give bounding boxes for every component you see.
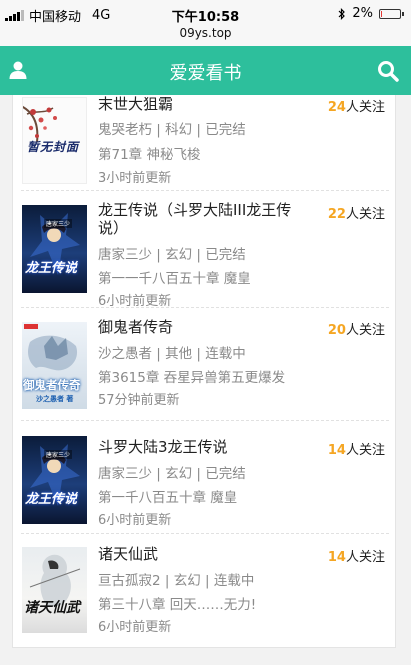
latest-chapter[interactable]: 第一一千八百五十章 魔皇 (98, 267, 251, 287)
cover-label: 御鬼者传奇 (23, 378, 81, 392)
follow-suffix: 人关注 (345, 207, 385, 222)
follow-number: 24 (327, 100, 346, 115)
book-meta: 唐家三少 | 玄幻 | 已完结 (98, 466, 246, 482)
book-meta: 唐家三少 | 玄幻 | 已完结 (98, 247, 246, 263)
book-title[interactable]: 龙王传说（斗罗大陆III龙王传说） (98, 201, 313, 237)
status-bar: 中国移动 4G 下午10:58 2% (0, 0, 411, 26)
book-title[interactable]: 末世大狙霸 (98, 95, 313, 113)
book-meta: 沙之愚者 | 其他 | 连载中 (98, 346, 246, 362)
bluetooth-icon (338, 7, 346, 20)
book-title[interactable]: 斗罗大陆3龙王传说 (98, 438, 313, 456)
battery-icon (379, 8, 404, 19)
page-title: 爱爱看书 (169, 63, 242, 84)
update-time: 57分钟前更新 (98, 393, 180, 408)
follow-suffix: 人关注 (345, 550, 385, 565)
follow-count: 20人关注 (328, 319, 385, 338)
follow-suffix: 人关注 (345, 443, 385, 458)
book-cover[interactable]: 暂无封面 (22, 97, 87, 184)
cover-author: 唐家三少 (44, 450, 73, 459)
battery-percent: 2% (352, 6, 373, 21)
follow-count: 22人关注 (328, 203, 385, 222)
latest-chapter[interactable]: 第3615章 吞星异兽第五更爆发 (98, 366, 285, 386)
cover-label: 暂无封面 (27, 140, 80, 154)
book-cover[interactable]: 御鬼者传奇 沙之愚者 著 (22, 322, 87, 409)
status-right: 2% (338, 6, 404, 21)
cover-label: 诸天仙武 (24, 600, 80, 616)
url-bar[interactable]: 09ys.top (0, 26, 411, 46)
cover-author: 唐家三少 (44, 219, 73, 228)
cover-label: 龙王传说 (25, 261, 78, 276)
follow-number: 22 (327, 207, 346, 222)
update-time: 6小时前更新 (98, 620, 172, 635)
book-item[interactable]: 诸天仙武 诸天仙武 14人关注 亘古孤寂2 | 玄幻 | 连载中 第三十八章 回… (13, 534, 397, 647)
book-title[interactable]: 御鬼者传奇 (98, 318, 313, 336)
book-meta: 亘古孤寂2 | 玄幻 | 连载中 (98, 573, 255, 589)
book-title[interactable]: 诸天仙武 (98, 545, 313, 563)
cover-label: 龙王传说 (25, 492, 78, 507)
follow-suffix: 人关注 (345, 323, 385, 338)
book-item[interactable]: 龙王传说 唐家三少 龙王传说（斗罗大陆III龙王传说） 22人关注 唐家三少 |… (13, 191, 397, 309)
book-meta: 鬼哭老朽 | 科幻 | 已完结 (98, 122, 246, 138)
follow-count: 14人关注 (328, 546, 385, 565)
update-time: 3小时前更新 (98, 171, 172, 186)
search-icon (378, 61, 399, 82)
latest-chapter[interactable]: 第三十八章 回天……无力! (98, 593, 256, 613)
book-item[interactable]: 龙王传说 唐家三少 斗罗大陆3龙王传说 14人关注 唐家三少 | 玄幻 | 已完… (13, 421, 397, 534)
follow-count: 14人关注 (328, 439, 385, 458)
url-text: 09ys.top (179, 26, 232, 40)
latest-chapter[interactable]: 第一千八百五十章 魔皇 (98, 486, 237, 506)
follow-suffix: 人关注 (345, 100, 385, 115)
follow-number: 20 (327, 323, 346, 338)
book-list: 暂无封面 末世大狙霸 24人关注 鬼哭老朽 | 科幻 | 已完结 第71章 神秘… (12, 95, 396, 648)
book-cover[interactable]: 龙王传说 唐家三少 (22, 205, 87, 293)
update-time: 6小时前更新 (98, 513, 172, 528)
follow-number: 14 (327, 443, 346, 458)
cover-art-image (29, 554, 81, 607)
cover-sub: 沙之愚者 著 (36, 395, 74, 403)
follow-number: 14 (327, 550, 346, 565)
book-item[interactable]: 御鬼者传奇 沙之愚者 著 御鬼者传奇 20人关注 沙之愚者 | 其他 | 连载中… (13, 308, 397, 421)
latest-chapter[interactable]: 第71章 神秘飞梭 (98, 143, 200, 163)
app-header: 爱爱看书 (0, 46, 411, 95)
book-cover[interactable]: 龙王传说 唐家三少 (22, 436, 87, 524)
search-button[interactable] (377, 60, 399, 82)
book-cover[interactable]: 诸天仙武 (22, 547, 87, 633)
book-item[interactable]: 暂无封面 末世大狙霸 24人关注 鬼哭老朽 | 科幻 | 已完结 第71章 神秘… (13, 92, 397, 191)
follow-count: 24人关注 (328, 96, 385, 115)
